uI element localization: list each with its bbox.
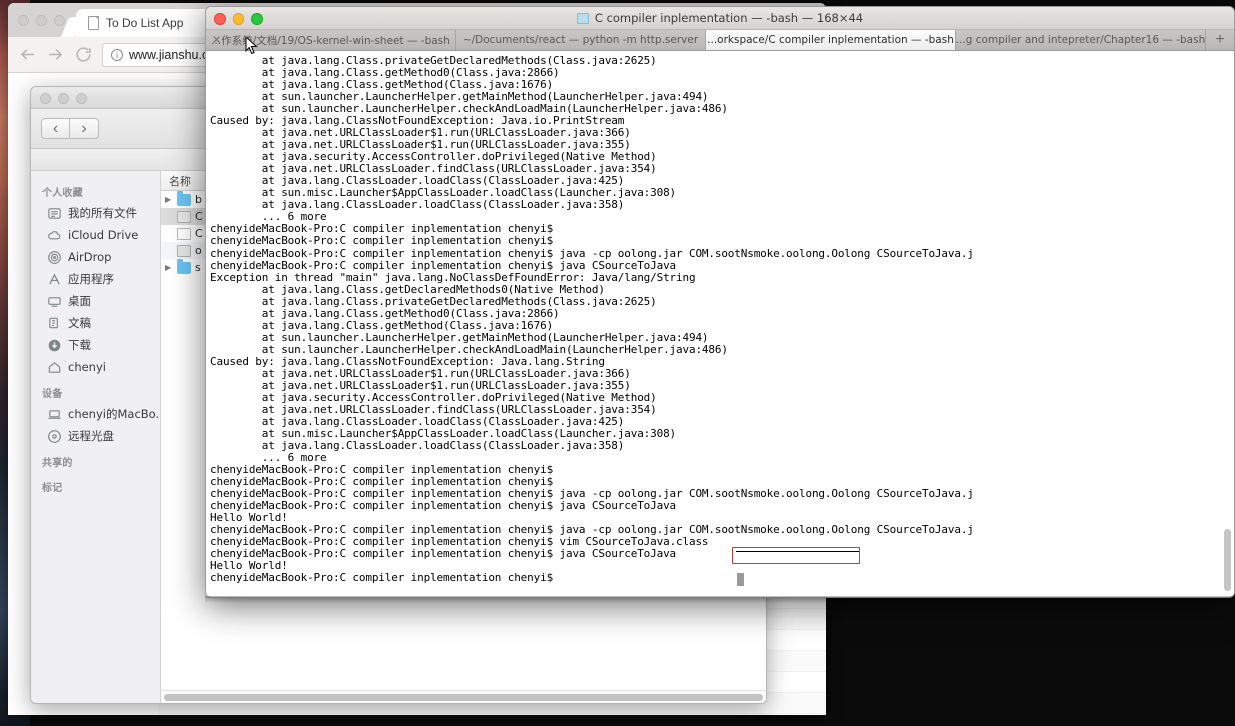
terminal-tab-label: ...orkspace/C compiler inplementation — … [707,34,954,46]
terminal-tab-1[interactable]: ~/Documents/react — python -m http.serve… [456,30,706,50]
sidebar-item-all-files[interactable]: 我的所有文件 [31,202,160,224]
new-tab-button[interactable]: + [1206,30,1234,50]
documents-icon [47,316,62,331]
column-header-name: 名称 [169,173,191,189]
sidebar-item-label: 下载 [68,337,91,353]
finder-back-button[interactable]: ‹ [41,118,70,139]
sidebar-item-downloads[interactable]: 下载 [31,334,160,356]
finder-nav-buttons[interactable]: ‹ › [41,118,99,139]
all-files-icon [47,206,62,221]
terminal-minimize-button[interactable] [233,13,245,25]
desktop-icon [47,294,62,309]
sidebar-item-label: 我的所有文件 [68,205,137,221]
sidebar-item-applications[interactable]: 应用程序 [31,268,160,290]
folder-icon [177,194,191,206]
terminal-tab-label: ...g compiler and intepreter/Chapter16 —… [956,34,1205,46]
terminal-traffic-lights[interactable] [214,13,263,25]
scrollbar-thumb[interactable] [1224,529,1231,591]
executable-icon [177,245,191,257]
sidebar-item-icloud-drive[interactable]: iCloud Drive [31,224,160,246]
sidebar-item-label: 应用程序 [68,271,114,287]
file-name: b [195,193,202,206]
sidebar-item-label: chenyi的MacBo... [68,406,160,422]
reload-icon[interactable] [74,45,93,64]
chevron-right-icon[interactable]: ▶ [165,195,173,204]
terminal-close-button[interactable] [214,13,226,25]
airdrop-icon [47,250,62,265]
terminal-window[interactable]: C compiler inplementation — -bash — 168×… [205,6,1235,598]
page-icon [88,16,99,30]
terminal-body[interactable]: at java.lang.Class.privateGetDeclaredMet… [206,51,1234,597]
browser-zoom-button[interactable] [54,15,65,26]
sidebar-item-home[interactable]: chenyi [31,356,160,378]
finder-forward-button[interactable]: › [70,118,99,139]
applications-icon [47,272,62,287]
executable-icon [177,211,191,223]
terminal-output: at java.lang.Class.privateGetDeclaredMet… [210,55,1234,584]
sidebar-section-favorites: 个人收藏 [31,177,160,202]
sidebar-item-airdrop[interactable]: AirDrop [31,246,160,268]
desktop-screen: To Do List App i www.jianshu.com 简书 云课堂 [0,0,1235,726]
finder-sidebar[interactable]: 个人收藏 我的所有文件 iCloud Drive AirDrop 应用程序 [31,171,161,703]
terminal-cursor [737,573,744,586]
downloads-icon [47,338,62,353]
sidebar-section-shared: 共享的 [31,447,160,472]
sidebar-item-label: 文稿 [68,315,91,331]
disc-icon [47,429,62,444]
terminal-zoom-button[interactable] [251,13,263,25]
terminal-window-icon [577,13,589,24]
file-name: C [195,210,203,223]
terminal-tab-label: ~/Documents/react — python -m http.serve… [463,34,698,46]
finder-traffic-lights[interactable] [40,93,87,104]
laptop-icon [47,407,62,422]
home-icon [47,360,62,375]
sidebar-item-remote-disc[interactable]: 远程光盘 [31,425,160,447]
terminal-titlebar: C compiler inplementation — -bash — 168×… [206,7,1234,30]
sidebar-item-label: AirDrop [68,250,111,264]
file-name: s [195,261,201,274]
info-circle-icon[interactable]: i [111,49,123,61]
close-icon[interactable]: ✕ [212,34,221,47]
terminal-tab-0[interactable]: ✕ ...作系统/文档/19/OS-kernel-win-sheet — -ba… [206,30,456,50]
forward-arrow-icon[interactable] [46,45,65,64]
terminal-tab-3[interactable]: ...g compiler and intepreter/Chapter16 —… [956,30,1206,50]
sidebar-item-desktop[interactable]: 桌面 [31,290,160,312]
file-name: C [195,227,203,240]
sidebar-item-macbook[interactable]: chenyi的MacBo... [31,403,160,425]
document-icon [177,228,191,240]
terminal-title-label: C compiler inplementation — -bash — 168×… [595,11,863,25]
browser-traffic-lights[interactable] [18,15,65,26]
back-arrow-icon[interactable] [18,45,37,64]
sidebar-section-tags: 标记 [31,472,160,497]
scrollbar-thumb[interactable] [164,694,763,701]
finder-horizontal-scrollbar[interactable] [161,690,766,703]
cloud-icon [47,228,62,243]
sidebar-item-label: iCloud Drive [68,228,138,242]
file-name: o [195,244,202,257]
sidebar-item-label: 远程光盘 [68,428,114,444]
terminal-title: C compiler inplementation — -bash — 168×… [577,11,863,25]
browser-tab-label: To Do List App [106,16,183,30]
terminal-vertical-scrollbar[interactable] [1222,53,1232,595]
browser-minimize-button[interactable] [36,15,47,26]
finder-minimize-button[interactable] [58,93,69,104]
chevron-right-icon[interactable]: ▶ [165,263,173,272]
mouse-pointer-icon [245,36,258,55]
sidebar-item-documents[interactable]: 文稿 [31,312,160,334]
finder-zoom-button[interactable] [76,93,87,104]
command-underline [736,551,860,552]
finder-close-button[interactable] [40,93,51,104]
terminal-tab-2[interactable]: ...orkspace/C compiler inplementation — … [706,30,956,50]
sidebar-item-label: 桌面 [68,293,91,309]
browser-close-button[interactable] [18,15,29,26]
terminal-tabbar[interactable]: ✕ ...作系统/文档/19/OS-kernel-win-sheet — -ba… [206,30,1234,51]
sidebar-item-label: chenyi [68,360,106,374]
folder-icon [177,262,191,274]
sidebar-section-devices: 设备 [31,378,160,403]
